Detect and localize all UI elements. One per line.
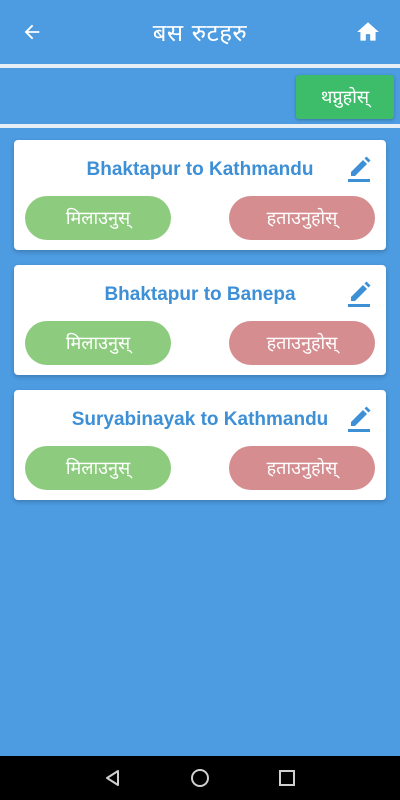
nav-home-icon	[190, 769, 209, 787]
app-bar: बस रुटहरु	[0, 0, 400, 64]
divider	[0, 124, 400, 128]
route-name: Bhaktapur to Banepa	[104, 284, 296, 305]
remove-button[interactable]: हताउनुहोस्	[229, 446, 375, 490]
edit-button[interactable]	[346, 402, 372, 434]
divider	[0, 64, 400, 68]
page-title: बस रुटहरु	[152, 18, 248, 47]
apply-button[interactable]: मिलाउनुस्	[25, 196, 171, 240]
route-card: Bhaktapur to Banepa मिलाउनुस् हताउनुहोस्	[14, 265, 386, 375]
edit-button[interactable]	[346, 152, 372, 184]
add-route-button[interactable]: थप्नुहोस्	[296, 75, 394, 119]
pencil-icon	[348, 406, 371, 432]
route-card: Suryabinayak to Kathmandu मिलाउनुस् हताउ…	[14, 390, 386, 500]
nav-home-button[interactable]	[188, 766, 212, 790]
route-name: Suryabinayak to Kathmandu	[71, 409, 329, 430]
route-card: Bhaktapur to Kathmandu मिलाउनुस् हताउनुह…	[14, 140, 386, 250]
route-name: Bhaktapur to Kathmandu	[86, 159, 314, 180]
system-nav-bar	[0, 756, 400, 800]
arrow-left-icon	[24, 24, 40, 40]
pencil-icon	[348, 281, 371, 307]
apply-button[interactable]: मिलाउनुस्	[25, 446, 171, 490]
nav-back-icon	[106, 770, 120, 786]
home-icon	[357, 22, 379, 41]
remove-button[interactable]: हताउनुहोस्	[229, 321, 375, 365]
home-button[interactable]	[350, 14, 386, 50]
nav-recents-icon	[278, 770, 295, 786]
nav-recents-button[interactable]	[275, 766, 299, 790]
edit-button[interactable]	[346, 277, 372, 309]
back-button[interactable]	[14, 14, 50, 50]
remove-button[interactable]: हताउनुहोस्	[229, 196, 375, 240]
apply-button[interactable]: मिलाउनुस्	[25, 321, 171, 365]
nav-back-button[interactable]	[101, 766, 125, 790]
pencil-icon	[348, 156, 371, 182]
